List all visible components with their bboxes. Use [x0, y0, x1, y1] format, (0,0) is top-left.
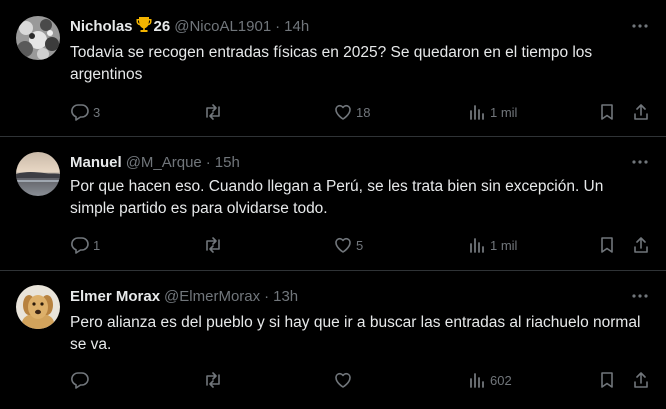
bookmark-icon [601, 104, 613, 120]
timestamp[interactable]: 14h [284, 18, 309, 35]
tweet-header: Elmer Morax @ElmerMorax · 13h [70, 286, 298, 306]
more-dots-icon [632, 160, 648, 164]
separator: · [275, 17, 281, 35]
timestamp[interactable]: 15h [215, 154, 240, 171]
heart-icon [335, 372, 351, 388]
reply-feed: Nicholas 26 @NicoAL1901 · 14h Todavia se… [0, 0, 666, 409]
tweet-actions: 1 5 1 mil [70, 233, 650, 257]
reply-count: 1 [93, 237, 101, 253]
retweet-button[interactable] [203, 100, 226, 124]
views-button[interactable]: 602 [467, 368, 512, 392]
bookmark-button[interactable] [597, 100, 617, 124]
reply-count: 3 [93, 104, 101, 120]
share-icon [634, 237, 648, 253]
retweet-icon [206, 237, 220, 253]
timestamp[interactable]: 13h [273, 288, 298, 305]
retweet-icon [206, 104, 220, 120]
user-handle[interactable]: @M_Arque [126, 154, 202, 171]
tweet[interactable]: Manuel @M_Arque · 15h Por que hacen eso.… [0, 137, 666, 271]
tweet[interactable]: Elmer Morax @ElmerMorax · 13h Pero alian… [0, 271, 666, 409]
more-dots-icon [632, 294, 648, 298]
share-icon [634, 372, 648, 388]
like-button[interactable] [333, 368, 356, 392]
reply-button[interactable]: 3 [70, 100, 100, 124]
views-button[interactable]: 1 mil [467, 233, 517, 257]
display-name[interactable]: Nicholas [70, 18, 133, 35]
retweet-button[interactable] [203, 368, 226, 392]
display-name-suffix: 26 [153, 17, 171, 35]
tweet-text: Por que hacen eso. Cuando llegan a Perú,… [70, 178, 604, 217]
views-chart-icon [470, 238, 484, 253]
reply-button[interactable]: 1 [70, 233, 100, 257]
tweet-text: Pero alianza es del pueblo y si hay que … [70, 314, 641, 353]
share-button[interactable] [631, 100, 651, 124]
more-dots-icon [632, 24, 648, 28]
reply-icon [71, 372, 89, 389]
avatar[interactable] [16, 16, 60, 60]
more-options-button[interactable] [630, 16, 650, 36]
share-button[interactable] [631, 368, 651, 392]
more-options-button[interactable] [630, 152, 650, 172]
tweet-actions: 602 [70, 368, 650, 392]
reply-button[interactable] [70, 368, 93, 392]
views-chart-icon [470, 373, 484, 388]
reply-icon [71, 104, 89, 121]
bookmark-icon [601, 372, 613, 388]
views-button[interactable]: 1 mil [467, 100, 517, 124]
avatar[interactable] [16, 285, 60, 329]
reply-icon [71, 237, 89, 254]
trophy-icon [135, 15, 153, 37]
retweet-icon [206, 372, 220, 388]
separator: · [264, 287, 270, 305]
bookmark-button[interactable] [597, 368, 617, 392]
avatar-landscape-icon [16, 152, 60, 196]
tweet[interactable]: Nicholas 26 @NicoAL1901 · 14h Todavia se… [0, 0, 666, 137]
avatar-dog-icon [16, 285, 60, 329]
bookmark-icon [601, 237, 613, 253]
avatar[interactable] [16, 152, 60, 196]
heart-icon [335, 237, 351, 253]
like-button[interactable]: 5 [333, 233, 363, 257]
views-count: 1 mil [490, 104, 518, 120]
views-count: 602 [490, 372, 512, 388]
more-options-button[interactable] [630, 286, 650, 306]
tweet-text: Todavia se recogen entradas físicas en 2… [70, 44, 593, 83]
like-button[interactable]: 18 [333, 100, 370, 124]
tweet-header: Manuel @M_Arque · 15h [70, 152, 240, 172]
display-name[interactable]: Manuel [70, 154, 122, 171]
tweet-header: Nicholas 26 @NicoAL1901 · 14h [70, 16, 309, 36]
views-chart-icon [470, 105, 484, 120]
like-count: 5 [356, 237, 364, 253]
retweet-button[interactable] [203, 233, 226, 257]
tweet-actions: 3 18 1 mil [70, 100, 650, 124]
separator: · [205, 153, 211, 171]
avatar-image-icon [16, 16, 60, 60]
share-button[interactable] [631, 233, 651, 257]
display-name[interactable]: Elmer Morax [70, 288, 160, 305]
share-icon [634, 104, 648, 120]
user-handle[interactable]: @ElmerMorax [164, 288, 260, 305]
views-count: 1 mil [490, 237, 518, 253]
heart-icon [335, 104, 351, 120]
bookmark-button[interactable] [597, 233, 617, 257]
like-count: 18 [356, 104, 371, 120]
user-handle[interactable]: @NicoAL1901 [174, 18, 271, 35]
